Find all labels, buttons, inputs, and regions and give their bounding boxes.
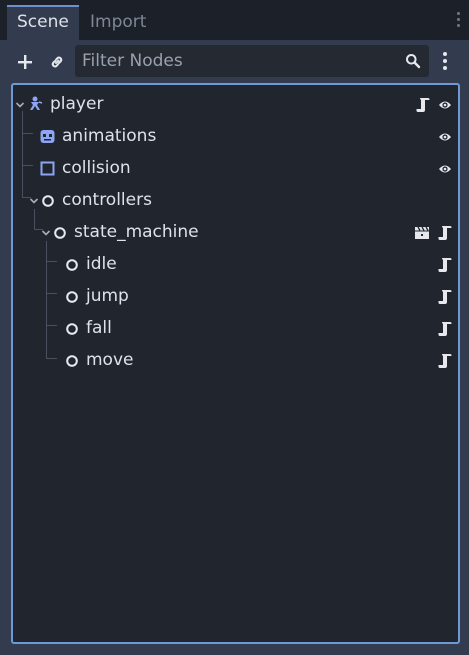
- tree-item-player[interactable]: player: [13, 89, 458, 121]
- node-circle-icon: [42, 195, 54, 207]
- node-circle-icon: [66, 355, 78, 367]
- tree-item-jump[interactable]: jump: [13, 281, 458, 313]
- node-circle-icon: [66, 291, 78, 303]
- plus-icon: [18, 55, 32, 69]
- tab-import[interactable]: Import: [80, 5, 170, 40]
- tree-item-move[interactable]: move: [13, 345, 458, 377]
- script-icon[interactable]: [416, 97, 430, 113]
- tree-item-label: fall: [86, 318, 112, 338]
- tree-item-collision[interactable]: collision: [13, 153, 458, 185]
- animated-sprite-icon: [40, 130, 55, 143]
- scene-menu-icon[interactable]: [442, 52, 448, 72]
- visibility-eye-icon[interactable]: [438, 162, 452, 176]
- clapperboard-icon[interactable]: [414, 226, 430, 240]
- scene-tree: player animations collision controllers …: [11, 83, 460, 644]
- filter-nodes-field[interactable]: [75, 45, 429, 77]
- tree-item-idle[interactable]: idle: [13, 249, 458, 281]
- character-node-icon: [30, 96, 43, 110]
- script-icon[interactable]: [438, 321, 452, 337]
- script-icon[interactable]: [438, 289, 452, 305]
- visibility-eye-icon[interactable]: [438, 98, 452, 112]
- chevron-down-icon[interactable]: [15, 101, 25, 109]
- search-icon: [406, 54, 421, 69]
- node-circle-icon: [54, 227, 66, 239]
- scene-dock: Scene Import Filter Nodes player animati…: [0, 0, 469, 655]
- tree-item-fall[interactable]: fall: [13, 313, 458, 345]
- tree-item-label: collision: [62, 158, 131, 178]
- script-icon[interactable]: [438, 225, 452, 241]
- tree-item-label: idle: [86, 254, 117, 274]
- tree-item-state-machine[interactable]: state_machine: [13, 217, 458, 249]
- dock-tab-bar: Scene Import: [0, 0, 469, 40]
- dock-options-icon[interactable]: [455, 12, 461, 30]
- tab-scene[interactable]: Scene: [7, 5, 79, 40]
- tree-item-label: player: [50, 94, 104, 114]
- chevron-down-icon[interactable]: [41, 229, 51, 237]
- node-circle-icon: [66, 259, 78, 271]
- script-icon[interactable]: [438, 353, 452, 369]
- chevron-down-icon[interactable]: [29, 197, 39, 205]
- add-node-button[interactable]: [13, 50, 37, 74]
- link-icon: [51, 56, 63, 68]
- script-icon[interactable]: [438, 257, 452, 273]
- tree-item-label: controllers: [62, 190, 152, 210]
- tree-item-controllers[interactable]: controllers: [13, 185, 458, 217]
- tree-item-animations[interactable]: animations: [13, 121, 458, 153]
- instance-scene-button[interactable]: [45, 50, 69, 74]
- tree-item-label: animations: [62, 126, 157, 146]
- filter-nodes-input[interactable]: [75, 51, 385, 71]
- node-circle-icon: [66, 323, 78, 335]
- visibility-eye-icon[interactable]: [438, 130, 452, 144]
- tree-item-label: jump: [86, 286, 129, 306]
- tree-item-label: state_machine: [74, 222, 199, 242]
- tree-item-label: move: [86, 350, 134, 370]
- collision-shape-icon: [40, 161, 55, 176]
